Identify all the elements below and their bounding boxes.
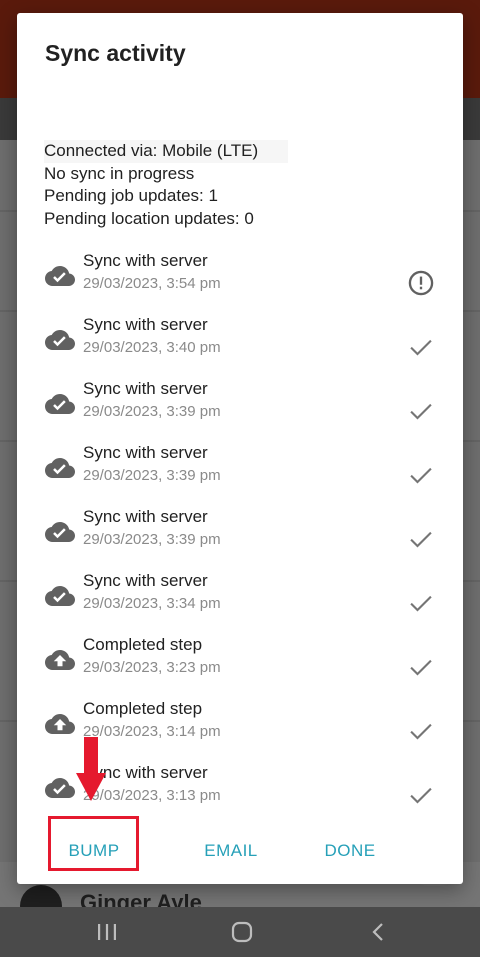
item-time: 29/03/2023, 3:54 pm — [83, 275, 221, 292]
sync-status-block: Connected via: Mobile (LTE) No sync in p… — [44, 140, 289, 230]
item-time: 29/03/2023, 3:39 pm — [83, 403, 221, 420]
back-button[interactable] — [348, 907, 408, 957]
cloud-done-icon — [45, 458, 75, 478]
item-title: Completed step — [83, 635, 203, 654]
recent-apps-button[interactable] — [77, 907, 137, 957]
sync-progress-status: No sync in progress — [44, 163, 195, 183]
cloud-done-icon — [45, 266, 75, 286]
list-item[interactable]: Sync with server 29/03/2023, 3:40 pm — [17, 315, 463, 379]
item-time: 29/03/2023, 3:40 pm — [83, 339, 221, 356]
item-title: Sync with server — [83, 379, 208, 398]
home-icon — [231, 921, 253, 943]
cloud-done-icon — [45, 778, 75, 798]
checkmark-icon — [410, 339, 432, 356]
connection-status: Connected via: Mobile (LTE) — [44, 140, 289, 163]
annotation-highlight-box — [48, 816, 139, 871]
dialog-title: Sync activity — [45, 40, 186, 66]
cloud-done-icon — [45, 394, 75, 414]
pending-location-updates: Pending location updates: 0 — [44, 208, 254, 228]
annotation-arrow-down-icon — [76, 737, 106, 801]
checkmark-icon — [410, 595, 432, 612]
email-button[interactable]: EMAIL — [192, 829, 270, 873]
checkmark-icon — [410, 403, 432, 420]
list-item[interactable]: Sync with server 29/03/2023, 3:39 pm — [17, 443, 463, 507]
cloud-done-icon — [45, 330, 75, 350]
item-time: 29/03/2023, 3:34 pm — [83, 595, 221, 612]
list-item[interactable]: Sync with server 29/03/2023, 3:34 pm — [17, 571, 463, 635]
cloud-done-icon — [45, 586, 75, 606]
system-navigation-bar — [0, 907, 480, 957]
checkmark-icon — [410, 467, 432, 484]
item-title: Sync with server — [83, 507, 208, 526]
recent-apps-icon — [98, 924, 116, 940]
item-time: 29/03/2023, 3:23 pm — [83, 659, 221, 676]
home-button[interactable] — [212, 907, 272, 957]
back-icon — [372, 923, 383, 941]
cloud-done-icon — [45, 522, 75, 542]
cloud-upload-icon — [45, 650, 75, 670]
done-button[interactable]: DONE — [313, 829, 387, 873]
item-time: 29/03/2023, 3:39 pm — [83, 467, 221, 484]
item-title: Sync with server — [83, 251, 208, 270]
checkmark-icon — [410, 531, 432, 548]
item-title: Sync with server — [83, 443, 208, 462]
pending-job-updates: Pending job updates: 1 — [44, 186, 218, 205]
checkmark-icon — [410, 723, 432, 740]
checkmark-icon — [410, 787, 432, 804]
cloud-upload-icon — [45, 714, 75, 734]
warning-circle-icon — [408, 270, 434, 296]
item-title: Sync with server — [83, 571, 208, 590]
item-title: Completed step — [83, 699, 203, 718]
checkmark-icon — [410, 659, 432, 676]
item-title: Sync with server — [83, 315, 208, 334]
list-item[interactable]: Sync with server 29/03/2023, 3:39 pm — [17, 379, 463, 443]
item-time: 29/03/2023, 3:39 pm — [83, 531, 221, 548]
list-item[interactable]: Sync with server 29/03/2023, 3:39 pm — [17, 507, 463, 571]
list-item[interactable]: Sync with server 29/03/2023, 3:54 pm — [17, 251, 463, 315]
list-item[interactable]: Completed step 29/03/2023, 3:23 pm — [17, 635, 463, 699]
